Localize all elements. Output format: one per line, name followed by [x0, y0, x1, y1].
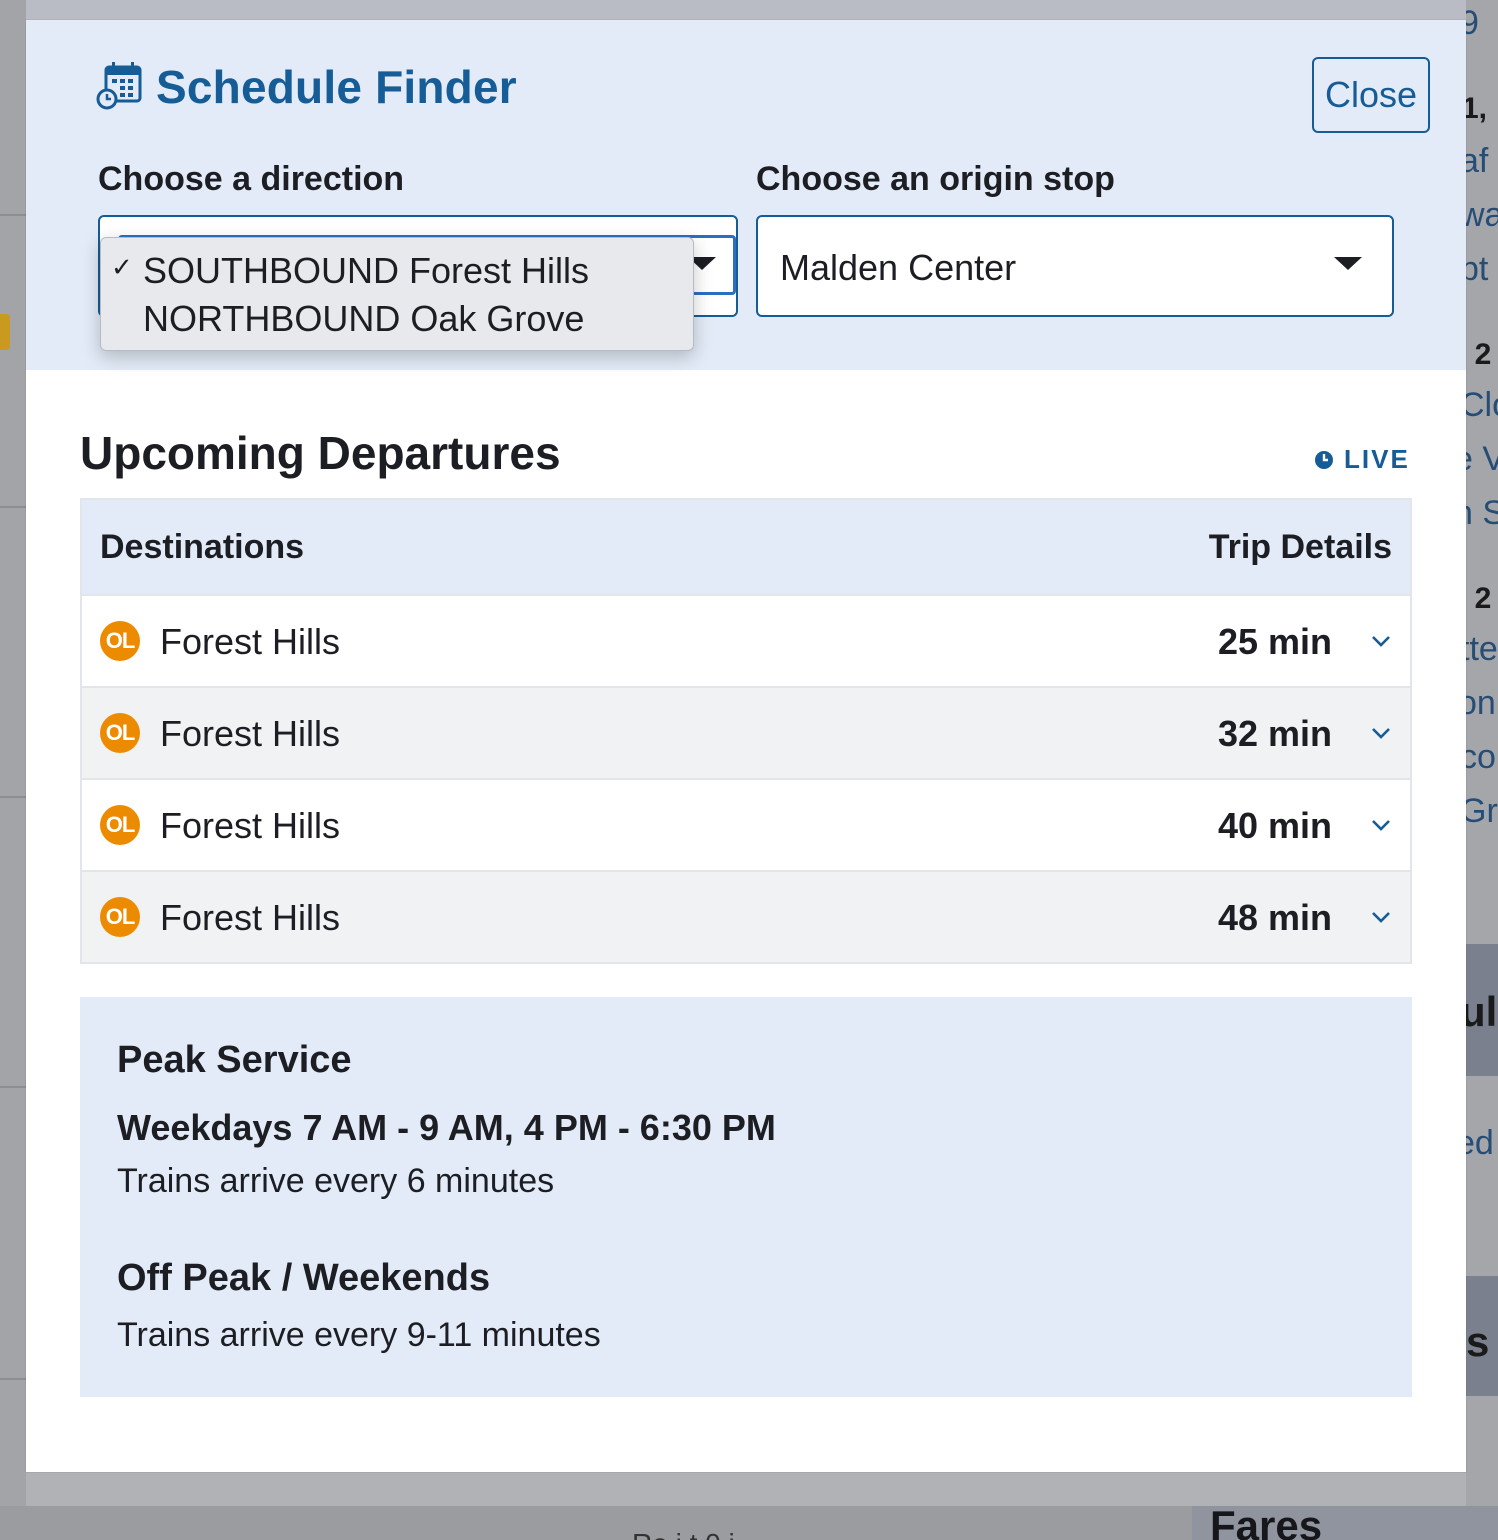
orange-line-badge: OL — [100, 621, 140, 661]
column-destinations: Destinations — [100, 528, 305, 566]
service-info-box: Peak Service Weekdays 7 AM - 9 AM, 4 PM … — [80, 997, 1412, 1397]
background-text: Gr — [1466, 792, 1498, 830]
minutes-away: 40 min — [1217, 805, 1332, 846]
background-text: ul — [1466, 988, 1498, 1035]
offpeak-title: Off Peak / Weekends — [117, 1257, 491, 1299]
minutes-away: 32 min — [1217, 713, 1332, 754]
background-bottom: Ro i t 0 i Fares — [0, 1506, 1498, 1540]
upcoming-departures-title: Upcoming Departures — [80, 427, 561, 479]
background-text: Ro i t 0 i — [632, 1528, 735, 1540]
peak-service-title: Peak Service — [117, 1039, 352, 1081]
background-divider — [0, 506, 26, 508]
background-right-column: 9 1, af wa pt , 2 Clo e V n S , 2 tte on… — [1466, 0, 1498, 1540]
background-fares-band: Fares — [1192, 1506, 1498, 1540]
background-tag — [0, 314, 10, 350]
origin-stop-select[interactable]: Malden Center — [756, 215, 1394, 317]
background-text: 9 — [1466, 4, 1479, 42]
destination-name: Forest Hills — [160, 621, 341, 662]
minutes-away: 25 min — [1217, 621, 1332, 662]
offpeak-frequency: Trains arrive every 9-11 minutes — [117, 1316, 601, 1354]
destination-name: Forest Hills — [160, 805, 341, 846]
caret-down-icon — [1334, 257, 1362, 270]
background-text: ed — [1466, 1124, 1494, 1162]
live-label: LIVE — [1344, 444, 1410, 474]
chevron-down-icon[interactable] — [1366, 902, 1396, 932]
background-text: pt — [1466, 250, 1489, 288]
destination-name: Forest Hills — [160, 897, 341, 938]
background-text: on, — [1466, 684, 1498, 722]
background-text: , 2 — [1466, 582, 1492, 615]
background-text: s — [1466, 1318, 1490, 1365]
chevron-down-icon[interactable] — [1366, 810, 1396, 840]
close-button[interactable]: Close — [1312, 57, 1430, 133]
background-divider — [0, 1378, 26, 1380]
background-text: co — [1466, 738, 1496, 776]
background-fares-heading: Fares — [1210, 1506, 1323, 1540]
orange-line-badge: OL — [100, 897, 140, 937]
peak-service-frequency: Trains arrive every 6 minutes — [117, 1162, 555, 1200]
modal-title: Schedule Finder — [156, 61, 517, 113]
background-divider — [0, 796, 26, 798]
table-row[interactable]: OL Forest Hills 25 min — [82, 594, 1410, 686]
live-indicator: LIVE — [1314, 444, 1410, 475]
origin-stop-value: Malden Center — [780, 247, 1017, 288]
background-text: af — [1466, 142, 1489, 180]
background-text: tte — [1466, 630, 1498, 668]
modal-header: Schedule Finder Close Choose a direction… — [26, 20, 1466, 370]
background-text: wa — [1466, 196, 1498, 234]
orange-line-badge: OL — [100, 805, 140, 845]
column-trip-details: Trip Details — [1208, 528, 1392, 566]
background-text: , 2 — [1466, 338, 1492, 371]
table-row[interactable]: OL Forest Hills 48 min — [82, 870, 1410, 962]
check-icon: ✓ — [111, 252, 133, 282]
modal-title-row: Schedule Finder — [96, 60, 517, 114]
table-row[interactable]: OL Forest Hills 40 min — [82, 778, 1410, 870]
background-divider — [0, 214, 26, 216]
destination-name: Forest Hills — [160, 713, 341, 754]
table-row[interactable]: OL Forest Hills 32 min — [82, 686, 1410, 778]
orange-line-badge: OL — [100, 713, 140, 753]
chevron-down-icon[interactable] — [1366, 718, 1396, 748]
modal-overlay-strip — [26, 1472, 1466, 1506]
minutes-away: 48 min — [1217, 897, 1332, 938]
direction-dropdown-menu: ✓ SOUTHBOUND Forest Hills NORTHBOUND Oak… — [100, 237, 694, 351]
departures-table: Destinations Trip Details OL Forest Hill… — [80, 498, 1412, 964]
background-text: 1, — [1466, 92, 1488, 125]
peak-service-hours: Weekdays 7 AM - 9 AM, 4 PM - 6:30 PM — [117, 1107, 776, 1148]
chevron-down-icon[interactable] — [1366, 626, 1396, 656]
direction-option-northbound[interactable]: NORTHBOUND Oak Grove — [143, 298, 584, 340]
schedule-finder-modal: Schedule Finder Close Choose a direction… — [26, 20, 1466, 1472]
calendar-clock-icon — [96, 62, 142, 110]
background-left-column — [0, 0, 26, 1540]
table-header: Destinations Trip Details — [82, 500, 1410, 594]
clock-icon — [1315, 450, 1333, 469]
background-divider — [0, 1086, 26, 1088]
background-text: Clo — [1466, 386, 1498, 424]
origin-label: Choose an origin stop — [756, 160, 1115, 198]
background-topbar — [0, 0, 1498, 20]
background-text: e V — [1466, 440, 1498, 478]
background-text: n S — [1466, 494, 1498, 532]
direction-option-southbound[interactable]: SOUTHBOUND Forest Hills — [143, 250, 589, 292]
direction-label: Choose a direction — [98, 160, 405, 198]
